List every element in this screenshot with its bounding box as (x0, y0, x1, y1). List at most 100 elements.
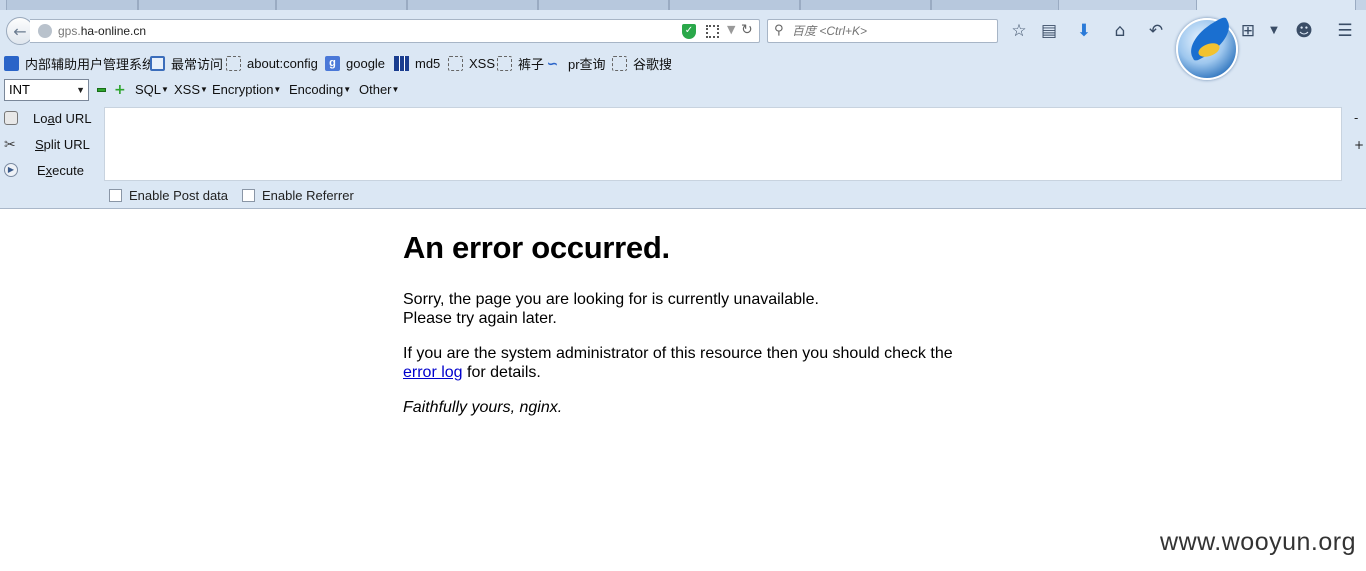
tab[interactable] (138, 0, 276, 10)
admin-message: If you are the system administrator of t… (403, 345, 953, 381)
smiley-icon[interactable]: ☻ (1293, 21, 1315, 41)
undo-icon[interactable]: ↶ (1145, 21, 1167, 41)
url-text[interactable]: gps.ha-online.cn (58, 24, 146, 38)
play-icon: ▶ (4, 163, 18, 177)
dropdown-arrow-icon[interactable]: ▼ (727, 23, 735, 36)
tab-active[interactable] (1196, 0, 1356, 10)
search-icon: ⚲ (774, 23, 784, 38)
shield-icon[interactable]: ✓ (682, 24, 696, 39)
error-page-content: An error occurred. Sorry, the page you a… (403, 230, 1003, 433)
crop-icon[interactable]: ⊞ (1237, 21, 1259, 41)
bookmark-label: google (346, 55, 386, 71)
bookmark-label: about:config (247, 55, 318, 71)
qr-code-icon[interactable] (706, 25, 719, 38)
type-select[interactable]: INT ▼ (4, 79, 89, 101)
chevron-down-icon: ▼ (76, 85, 85, 95)
error-log-link[interactable]: error log (403, 364, 463, 381)
menu-xss[interactable]: XSS▼ (174, 82, 208, 97)
load-url-icon (4, 111, 18, 125)
caret-icon: ▼ (343, 85, 352, 94)
globe-icon (38, 24, 52, 38)
url-bar[interactable]: gps.ha-online.cn ✓ ▼ ↻ (30, 19, 760, 43)
tab[interactable] (6, 0, 138, 10)
menu-encoding[interactable]: Encoding▼ (289, 82, 351, 97)
checkbox-box[interactable] (242, 189, 255, 202)
tab[interactable] (931, 0, 1059, 10)
checkbox-label: Enable Post data (129, 188, 229, 203)
blank-page-icon (497, 55, 512, 71)
pr-icon: ∽ (547, 55, 558, 71)
bookmark-item[interactable]: md5 (394, 55, 440, 71)
menu-icon[interactable]: ☰ (1334, 21, 1356, 41)
back-arrow-icon: ← (13, 21, 27, 41)
home-icon[interactable]: ⌂ (1109, 21, 1131, 41)
tab[interactable] (669, 0, 800, 10)
shrink-button[interactable]: - (1354, 111, 1358, 125)
bookmark-item[interactable]: g google (325, 55, 385, 71)
bookmark-label: 裤子 (518, 56, 545, 72)
unavailable-message: Sorry, the page you are looking for is c… (403, 291, 819, 327)
reading-list-icon[interactable]: ▤ (1038, 21, 1060, 41)
menu-label: Other (359, 82, 392, 97)
bookmark-item[interactable]: 内部辅助用户管理系统 (4, 55, 156, 72)
bookmark-item[interactable]: about:config (226, 55, 318, 71)
enable-referrer-checkbox[interactable]: Enable Referrer (242, 188, 354, 203)
blank-page-icon (448, 55, 463, 71)
menu-label: Encryption (212, 82, 274, 97)
url-prefix: gps. (58, 24, 81, 38)
load-url-button[interactable]: Load URL (0, 108, 100, 130)
load-url-label: Load URL (33, 111, 92, 126)
google-icon: g (325, 55, 340, 71)
page-title: An error occurred. (403, 230, 670, 265)
tab[interactable] (407, 0, 538, 10)
browser-chrome: ← gps.ha-online.cn ✓ ▼ ↻ ⚲ ☆ ▤ ⬇ ⌂ ↶ ⊞ ▼… (0, 0, 1366, 209)
scissors-icon: ✂ (4, 136, 16, 152)
blank-page-icon (612, 55, 627, 71)
bookmark-item[interactable]: 最常访问 (150, 55, 224, 72)
tab[interactable] (276, 0, 407, 10)
bookmark-label: pr查询 (568, 56, 606, 72)
bookmark-star-icon[interactable]: ☆ (1008, 21, 1030, 41)
menu-other[interactable]: Other▼ (359, 82, 399, 97)
split-url-button[interactable]: ✂ Split URL (0, 134, 100, 156)
bookmark-item[interactable]: XSS (448, 55, 495, 71)
execute-button[interactable]: ▶ Execute (0, 160, 100, 182)
reload-icon[interactable]: ↻ (741, 22, 753, 38)
nav-bar: ← gps.ha-online.cn ✓ ▼ ↻ ⚲ ☆ ▤ ⬇ ⌂ ↶ ⊞ ▼… (0, 12, 1366, 50)
type-select-value: INT (9, 82, 30, 97)
menu-encryption[interactable]: Encryption▼ (212, 82, 281, 97)
execute-label: Execute (37, 163, 84, 178)
url-domain: ha-online.cn (80, 24, 147, 38)
bookmark-item[interactable]: ∽ pr查询 (547, 55, 606, 72)
blank-page-icon (226, 55, 241, 71)
caret-icon: ▼ (161, 85, 169, 94)
menu-label: XSS (174, 82, 201, 97)
caret-icon: ▼ (200, 85, 208, 94)
bookmark-label: 谷歌搜 (633, 56, 673, 72)
expand-button[interactable]: + (1354, 138, 1364, 152)
bookmark-item[interactable]: 谷歌搜 (612, 55, 673, 72)
signature: Faithfully yours, nginx. (403, 399, 563, 416)
checkbox-label: Enable Referrer (262, 188, 354, 203)
download-icon[interactable]: ⬇ (1073, 21, 1095, 41)
split-url-label: Split URL (35, 137, 90, 152)
user-system-icon (4, 55, 19, 71)
menu-label: SQL (135, 82, 162, 97)
tab[interactable] (800, 0, 931, 10)
checkbox-box[interactable] (109, 189, 122, 202)
bookmark-label: 内部辅助用户管理系统 (25, 56, 156, 72)
search-input[interactable] (792, 23, 992, 39)
bookmark-label: 最常访问 (171, 56, 224, 72)
bookmark-label: md5 (415, 55, 441, 71)
hackbar-url-textarea[interactable] (104, 107, 1342, 181)
enable-post-checkbox[interactable]: Enable Post data (109, 188, 228, 203)
bookmark-item[interactable]: 裤子 (497, 55, 545, 72)
increase-icon[interactable]: + (114, 83, 126, 97)
chevron-down-icon[interactable]: ▼ (1263, 21, 1285, 41)
decrease-icon[interactable] (97, 88, 106, 92)
menu-sql[interactable]: SQL▼ (135, 82, 169, 97)
tab[interactable] (538, 0, 669, 10)
watermark: www.wooyun.org (1160, 528, 1356, 556)
bookmark-label: XSS (469, 55, 496, 71)
search-bar[interactable]: ⚲ (767, 19, 998, 43)
